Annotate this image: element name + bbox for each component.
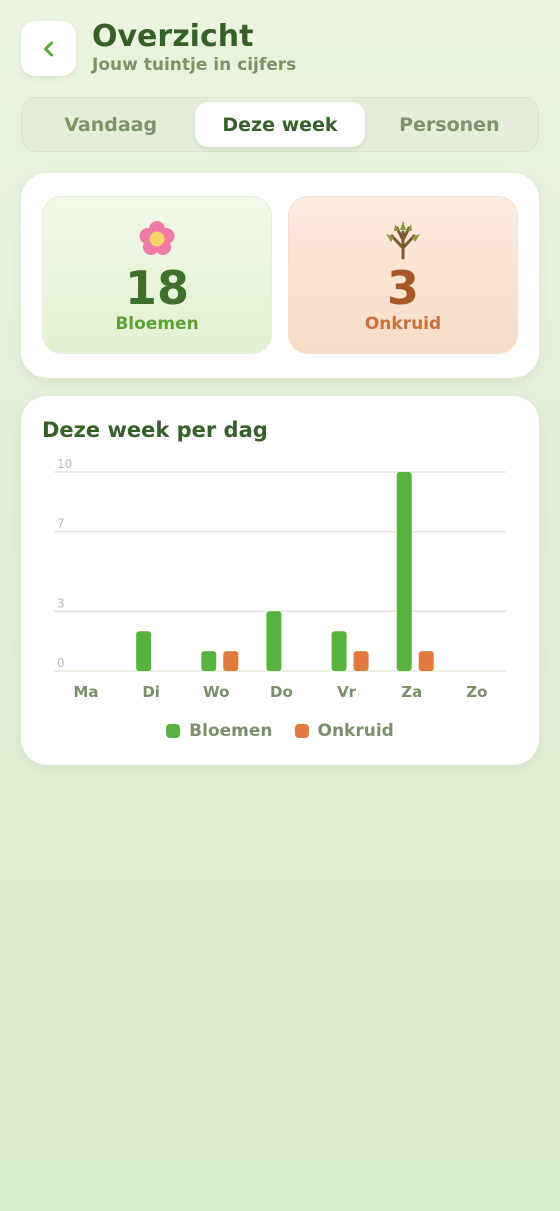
- tab-personen[interactable]: Personen: [365, 102, 534, 147]
- x-tick-label: Zo: [466, 683, 487, 701]
- flowers-label: Bloemen: [115, 314, 199, 334]
- period-tabs: Vandaag Deze week Personen: [21, 97, 539, 152]
- stats-card: 18 Bloemen 3 Onkruid: [21, 173, 539, 378]
- bar-onkruid: [223, 651, 239, 671]
- bar-onkruid: [418, 651, 434, 671]
- bar-bloemen: [266, 611, 282, 671]
- weeds-count: 3: [386, 261, 419, 315]
- weeds-label: Onkruid: [364, 314, 442, 334]
- back-button[interactable]: [21, 21, 76, 76]
- chevron-left-icon: [43, 41, 53, 56]
- bar-bloemen: [331, 631, 347, 671]
- flower-icon: [139, 221, 175, 255]
- x-tick-label: Ma: [73, 683, 98, 701]
- legend-item-flowers: Bloemen: [166, 721, 273, 741]
- x-tick-label: Vr: [337, 683, 357, 701]
- flowers-count: 18: [124, 261, 189, 315]
- y-tick-label: 0: [57, 656, 65, 670]
- y-tick-label: 10: [57, 457, 72, 471]
- legend-item-weeds: Onkruid: [294, 721, 394, 741]
- y-tick-label: 3: [57, 596, 65, 610]
- tab-vandaag[interactable]: Vandaag: [26, 102, 195, 147]
- bar-onkruid: [353, 651, 369, 671]
- header-titles: Overzicht Jouw tuintje in cijfers: [92, 19, 297, 76]
- legend-swatch-weeds: [294, 724, 309, 738]
- legend-label-weeds: Onkruid: [317, 721, 394, 741]
- x-tick-label: Do: [270, 683, 293, 701]
- header: Overzicht Jouw tuintje in cijfers: [21, 19, 297, 76]
- page-title: Overzicht: [92, 19, 254, 54]
- legend-label-flowers: Bloemen: [189, 721, 273, 741]
- legend-swatch-flowers: [166, 724, 181, 738]
- weekly-bar-chart: 0 3 7 10 Ma Di Wo Do Vr Za Zo: [54, 457, 506, 701]
- x-tick-label: Za: [401, 683, 422, 701]
- tab-deze-week[interactable]: Deze week: [195, 102, 365, 147]
- page-subtitle: Jouw tuintje in cijfers: [92, 55, 297, 75]
- x-tick-label: Di: [142, 683, 160, 701]
- weeds-stat: 3 Onkruid: [288, 196, 518, 354]
- x-tick-label: Wo: [203, 683, 229, 701]
- y-tick-label: 7: [57, 517, 65, 531]
- bar-bloemen: [201, 651, 217, 671]
- bar-bloemen: [136, 631, 152, 671]
- weed-icon: [386, 221, 420, 260]
- chart-legend: Bloemen Onkruid: [21, 721, 539, 741]
- flowers-stat: 18 Bloemen: [42, 196, 272, 354]
- bar-bloemen: [396, 472, 412, 671]
- weekly-chart-card: Deze week per dag 0 3 7 10 Ma Di Wo Do Vr Za Zo Bl…: [21, 396, 539, 765]
